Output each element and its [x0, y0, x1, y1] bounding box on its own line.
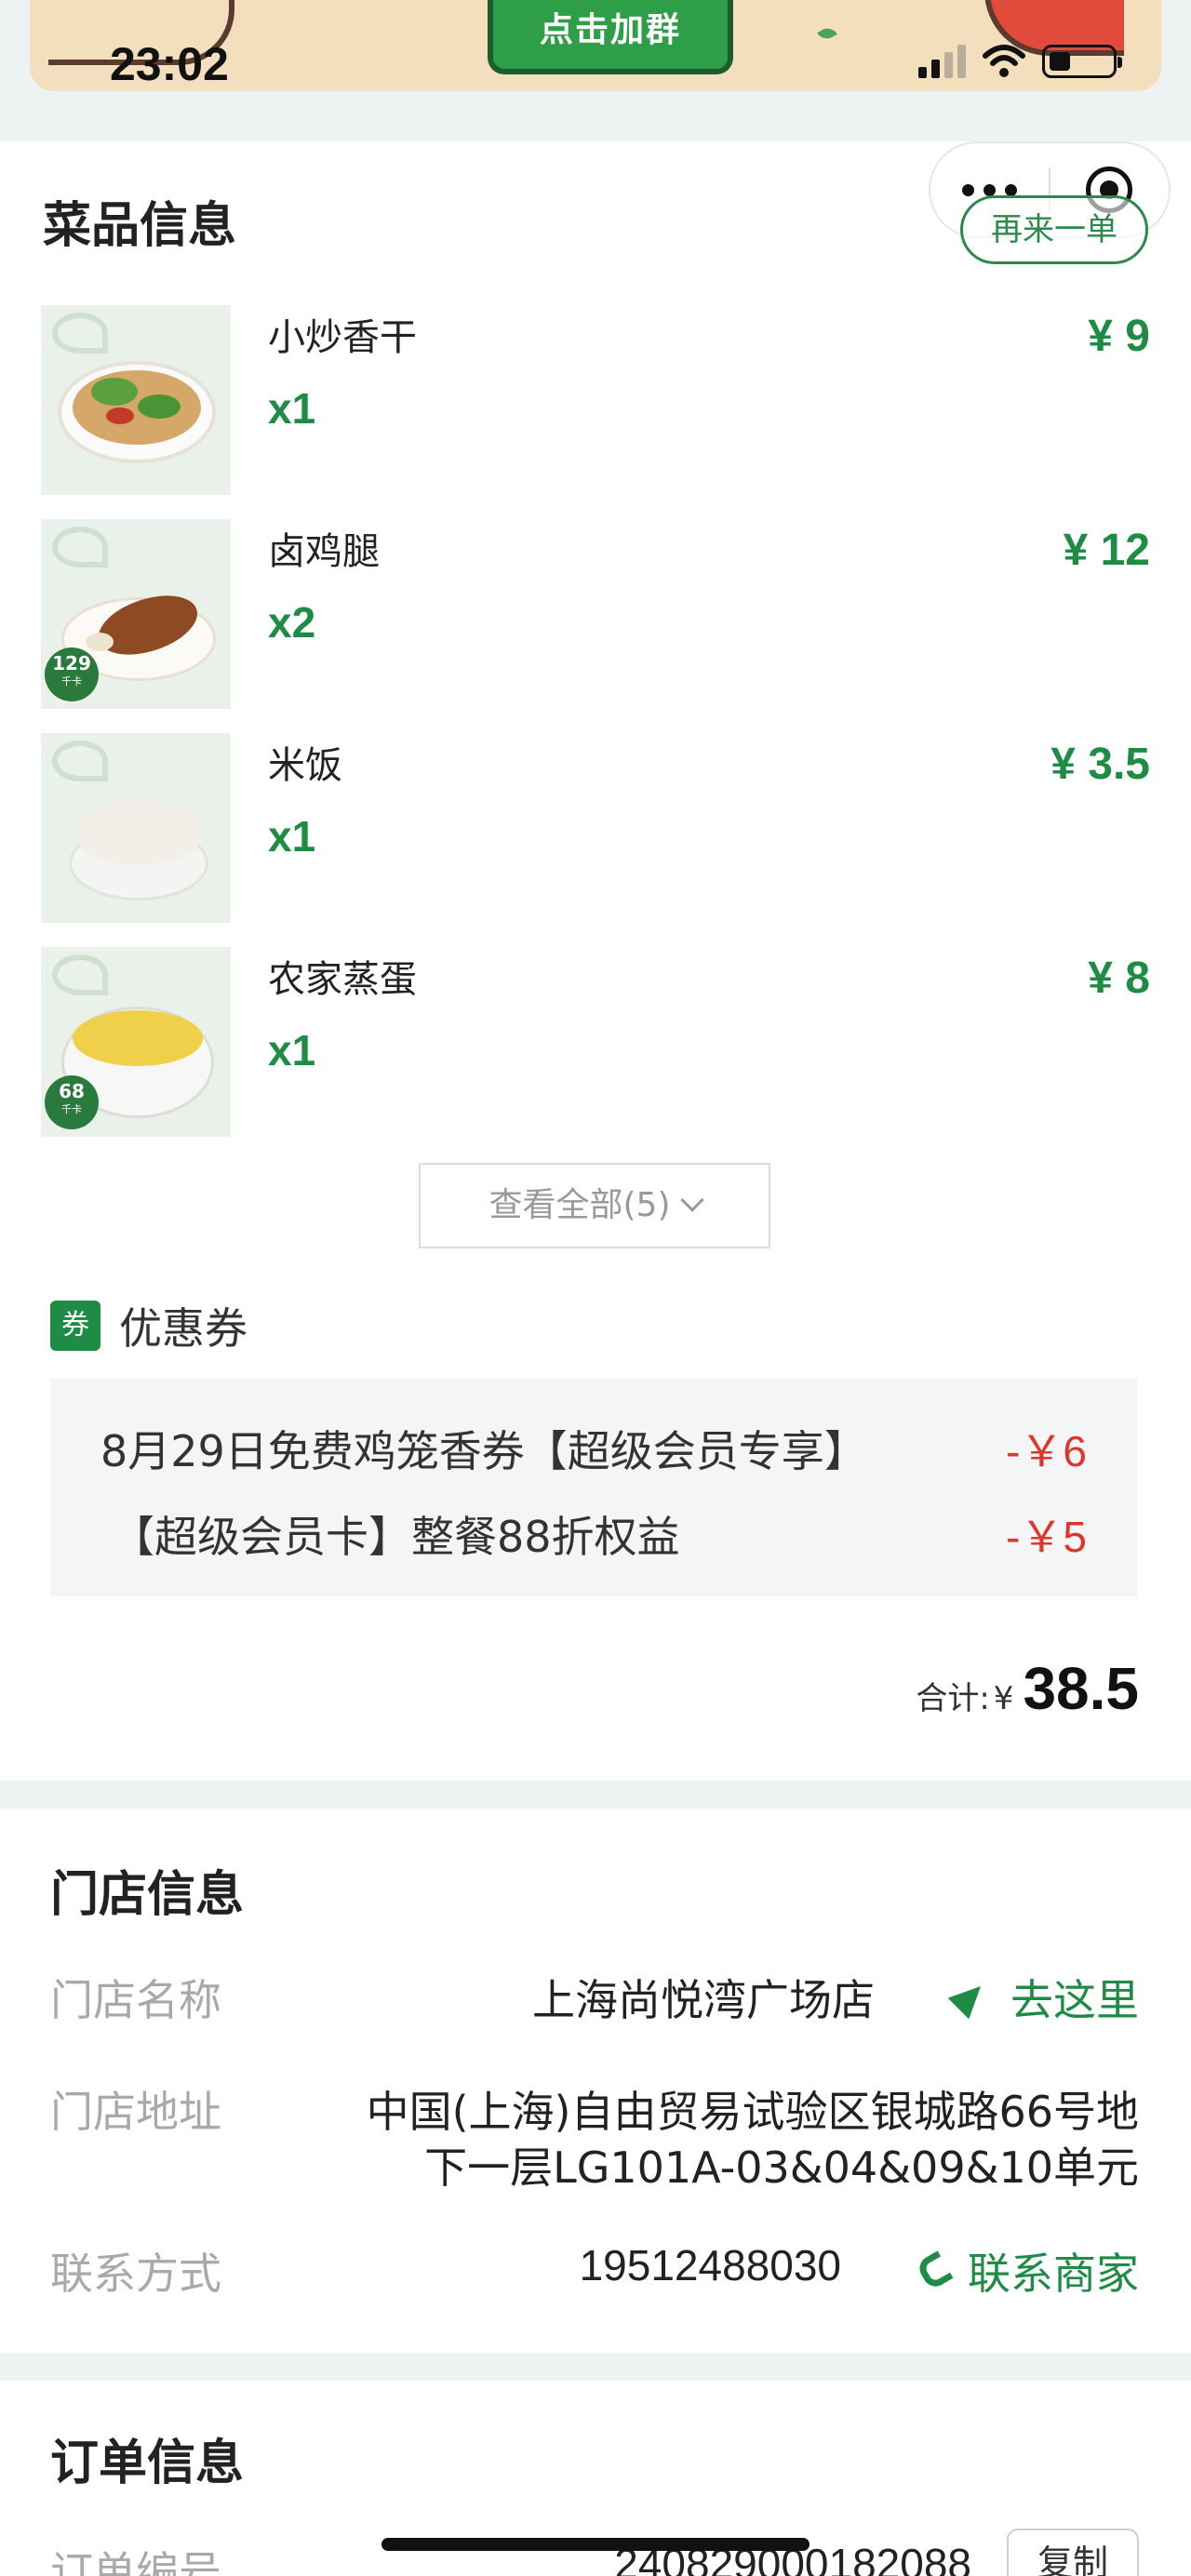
- calorie-badge: 129 千卡: [45, 647, 99, 701]
- coupon-amount: -￥6: [1006, 1427, 1087, 1475]
- store-address-label: 门店地址: [50, 2087, 221, 2137]
- more-icon[interactable]: [930, 183, 1049, 196]
- contact-merchant-label: 联系商家: [968, 2249, 1139, 2299]
- battery-icon: [1042, 45, 1122, 78]
- dish-image: [41, 305, 231, 495]
- coupon-list: 8月29日免费鸡笼香券【超级会员专享】 -￥6 【超级会员卡】整餐88折权益 -…: [50, 1379, 1137, 1596]
- coupon-icon: 券: [50, 1301, 100, 1351]
- store-contact-row: 联系方式 19512488030 联系商家: [50, 2240, 1139, 2299]
- navigation-arrow-icon: [947, 1975, 992, 2020]
- store-address-line: 下一层LG101A-03&04&09&10单元: [424, 2142, 1139, 2193]
- dish-row[interactable]: 68 千卡 农家蒸蛋 x1 ¥ 8: [41, 947, 1150, 1137]
- dish-name: 卤鸡腿: [268, 530, 380, 573]
- phone-icon: [915, 2250, 954, 2291]
- total-currency: ¥: [993, 1680, 1014, 1717]
- section-title-store: 门店信息: [50, 1867, 245, 1923]
- store-address-row: 门店地址 中国(上海)自由贸易试验区银城路66号地 下一层LG101A-03&0…: [50, 2078, 1139, 2193]
- dish-image: [41, 733, 231, 923]
- total-value: 38.5: [1023, 1655, 1139, 1722]
- dish-name: 米饭: [268, 744, 342, 787]
- dish-name: 农家蒸蛋: [268, 958, 417, 1001]
- signal-icon: [918, 45, 966, 78]
- join-group-button[interactable]: 点击加群: [488, 0, 733, 74]
- dish-price: ¥ 3.5: [1050, 740, 1150, 789]
- store-card: 门店信息 门店名称 上海尚悦湾广场店 去这里 门店地址 中国(上海)自由贸易试验…: [0, 1809, 1191, 2353]
- store-name-label: 门店名称: [50, 1975, 221, 2025]
- dish-name: 小炒香干: [268, 316, 417, 359]
- dish-price: ¥ 9: [1088, 312, 1150, 361]
- dish-row[interactable]: 小炒香干 x1 ¥ 9: [41, 305, 1150, 495]
- wifi-icon: [983, 45, 1025, 77]
- store-address-line: 中国(上海)自由贸易试验区银城路66号地: [366, 2087, 1139, 2137]
- dish-quantity: x2: [268, 598, 316, 647]
- store-name-row: 门店名称 上海尚悦湾广场店 去这里: [50, 1967, 1139, 2025]
- order-total: 合计: ¥ 38.5: [916, 1654, 1139, 1723]
- dish-price: ¥ 12: [1063, 526, 1150, 575]
- contact-merchant-button[interactable]: 联系商家: [915, 2240, 1139, 2302]
- contact-phone: 19512488030: [579, 2241, 841, 2289]
- view-all-button[interactable]: 查看全部(5): [419, 1163, 770, 1248]
- dish-price: ¥ 8: [1088, 954, 1150, 1003]
- chevron-down-icon: [679, 1188, 704, 1212]
- order-number-label: 订单编号: [50, 2547, 221, 2576]
- status-icons: [918, 45, 1122, 78]
- leaf-icon: [817, 24, 837, 43]
- section-title-order: 订单信息: [50, 2436, 245, 2491]
- dish-quantity: x1: [268, 812, 316, 861]
- coupon-title: 优惠券: [119, 1303, 248, 1354]
- navigate-button[interactable]: 去这里: [947, 1967, 1139, 2028]
- dish-quantity: x1: [268, 384, 316, 433]
- dish-quantity: x1: [268, 1026, 316, 1074]
- dish-row[interactable]: 129 千卡 卤鸡腿 x2 ¥ 12: [41, 519, 1150, 709]
- status-time: 23:02: [110, 38, 229, 90]
- coupon-amount: -￥5: [1006, 1513, 1087, 1561]
- navigate-label: 去这里: [1010, 1975, 1139, 2025]
- contact-label: 联系方式: [50, 2249, 221, 2299]
- home-indicator: [381, 2538, 810, 2551]
- reorder-button[interactable]: 再来一单: [960, 195, 1148, 264]
- store-name-value: 上海尚悦湾广场店: [532, 1975, 875, 2025]
- section-title-dishes: 菜品信息: [43, 198, 237, 254]
- coupon-header: 券 优惠券: [50, 1295, 248, 1356]
- total-label: 合计:: [916, 1680, 990, 1717]
- copy-button[interactable]: 复制: [1007, 2529, 1139, 2576]
- coupon-description: 【超级会员卡】整餐88折权益: [112, 1512, 680, 1562]
- coupon-description: 8月29日免费鸡笼香券【超级会员专享】: [100, 1426, 867, 1476]
- coupon-row: 【超级会员卡】整餐88折权益 -￥5: [50, 1503, 1137, 1562]
- dish-image: 129 千卡: [41, 519, 231, 709]
- view-all-label: 查看全部(5): [488, 1186, 671, 1224]
- dish-row[interactable]: 米饭 x1 ¥ 3.5: [41, 733, 1150, 923]
- calorie-badge: 68 千卡: [45, 1075, 99, 1129]
- dish-image: 68 千卡: [41, 947, 231, 1137]
- dishes-card: 菜品信息 再来一单 小炒香干 x1 ¥ 9 129千卡 卤鸡腿 x2 ¥ 12: [0, 141, 1191, 1781]
- coupon-row: 8月29日免费鸡笼香券【超级会员专享】 -￥6: [50, 1418, 1137, 1476]
